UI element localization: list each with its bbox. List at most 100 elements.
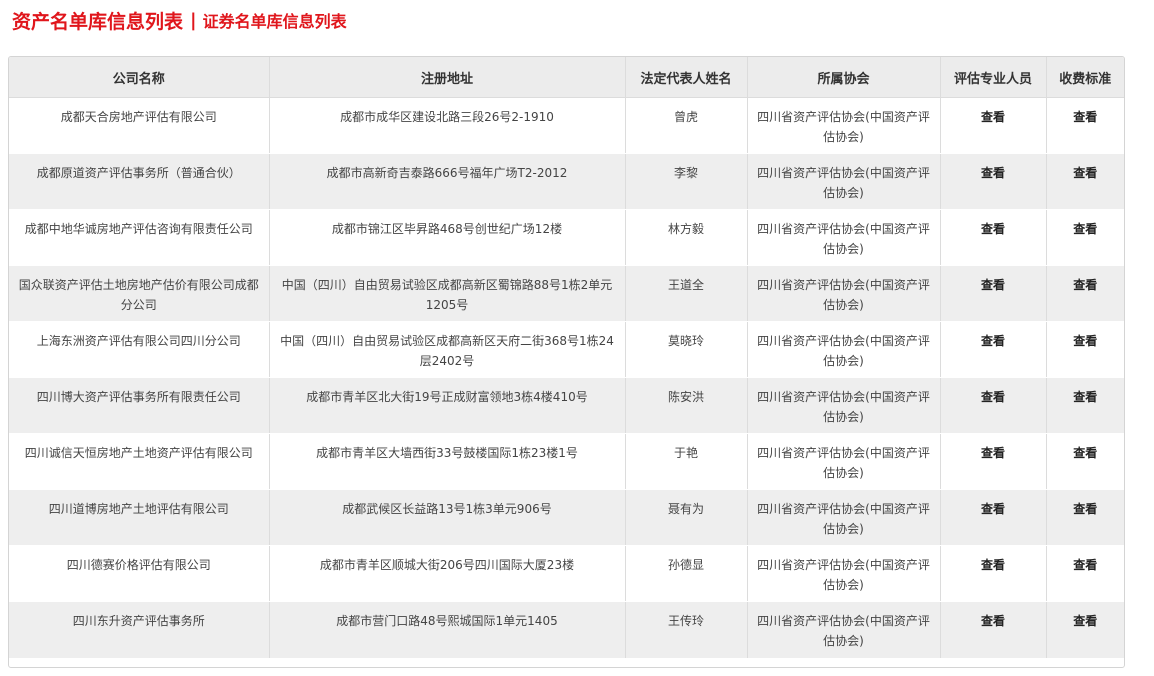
table-row: 成都原道资产评估事务所（普通合伙） 成都市高新奇吉泰路666号福年广场T2-201… <box>9 153 1124 210</box>
column-header-fee: 收费标准 <box>1046 57 1124 98</box>
table-header-row: 公司名称 注册地址 法定代表人姓名 所属协会 评估专业人员 收费标准 <box>9 57 1124 98</box>
view-staff-cell: 查看 <box>940 97 1047 154</box>
table-row: 国众联资产评估土地房地产估价有限公司成都分公司 中国（四川）自由贸易试验区成都高新… <box>9 265 1124 322</box>
view-staff-cell: 查看 <box>940 153 1047 210</box>
page-header: 资产名单库信息列表 | 证券名单库信息列表 <box>12 5 347 35</box>
column-header-staff: 评估专业人员 <box>940 57 1047 98</box>
cell-company: 成都中地华诚房地产评估咨询有限责任公司 <box>9 209 270 266</box>
cell-association: 四川省资产评估协会(中国资产评估协会) <box>747 433 941 490</box>
view-staff-link[interactable]: 查看 <box>981 502 1005 516</box>
view-fee-cell: 查看 <box>1046 601 1124 658</box>
cell-company: 成都原道资产评估事务所（普通合伙） <box>9 153 270 210</box>
cell-legal-rep: 曾虎 <box>625 97 748 154</box>
view-fee-link[interactable]: 查看 <box>1073 502 1097 516</box>
table-row: 成都天合房地产评估有限公司 成都市成华区建设北路三段26号2-1910 曾虎 四川省资… <box>9 97 1124 154</box>
cell-address: 中国（四川）自由贸易试验区成都高新区蜀锦路88号1栋2单元1205号 <box>269 265 626 322</box>
cell-company: 四川德赛价格评估有限公司 <box>9 545 270 602</box>
cell-legal-rep: 于艳 <box>625 433 748 490</box>
cell-company: 四川道博房地产土地评估有限公司 <box>9 489 270 546</box>
table-row: 四川德赛价格评估有限公司 成都市青羊区顺城大街206号四川国际大厦23楼 孙德显 四川… <box>9 545 1124 602</box>
cell-association: 四川省资产评估协会(中国资产评估协会) <box>747 265 941 322</box>
cell-address: 成都市锦江区毕昇路468号创世纪广场12楼 <box>269 209 626 266</box>
view-staff-link[interactable]: 查看 <box>981 278 1005 292</box>
tab-securities-list[interactable]: 证券名单库信息列表 <box>203 8 347 32</box>
view-staff-cell: 查看 <box>940 601 1047 658</box>
cell-address: 成都市成华区建设北路三段26号2-1910 <box>269 97 626 154</box>
cell-association: 四川省资产评估协会(中国资产评估协会) <box>747 321 941 378</box>
column-header-association: 所属协会 <box>747 57 941 98</box>
cell-legal-rep: 孙德显 <box>625 545 748 602</box>
view-staff-cell: 查看 <box>940 209 1047 266</box>
view-fee-cell: 查看 <box>1046 545 1124 602</box>
table-row: 四川诚信天恒房地产土地资产评估有限公司 成都市青羊区大墙西街33号鼓楼国际1栋23… <box>9 433 1124 490</box>
view-staff-link[interactable]: 查看 <box>981 222 1005 236</box>
column-header-legal-rep: 法定代表人姓名 <box>625 57 748 98</box>
cell-association: 四川省资产评估协会(中国资产评估协会) <box>747 209 941 266</box>
view-fee-link[interactable]: 查看 <box>1073 390 1097 404</box>
table-row: 成都中地华诚房地产评估咨询有限责任公司 成都市锦江区毕昇路468号创世纪广场12楼… <box>9 209 1124 266</box>
cell-legal-rep: 王道全 <box>625 265 748 322</box>
cell-address: 成都市高新奇吉泰路666号福年广场T2-2012 <box>269 153 626 210</box>
view-fee-link[interactable]: 查看 <box>1073 278 1097 292</box>
view-staff-cell: 查看 <box>940 265 1047 322</box>
cell-association: 四川省资产评估协会(中国资产评估协会) <box>747 377 941 434</box>
cell-association: 四川省资产评估协会(中国资产评估协会) <box>747 153 941 210</box>
table-row: 四川道博房地产土地评估有限公司 成都武候区长益路13号1栋3单元906号 聂有为 四川… <box>9 489 1124 546</box>
column-header-address: 注册地址 <box>269 57 626 98</box>
table-row: 四川博大资产评估事务所有限责任公司 成都市青羊区北大街19号正成财富领地3栋4楼4… <box>9 377 1124 434</box>
cell-company: 四川博大资产评估事务所有限责任公司 <box>9 377 270 434</box>
view-staff-link[interactable]: 查看 <box>981 614 1005 628</box>
view-staff-link[interactable]: 查看 <box>981 166 1005 180</box>
cell-association: 四川省资产评估协会(中国资产评估协会) <box>747 601 941 658</box>
cell-legal-rep: 李黎 <box>625 153 748 210</box>
cell-company: 上海东洲资产评估有限公司四川分公司 <box>9 321 270 378</box>
cell-address: 成都市营门口路48号熙城国际1单元1405 <box>269 601 626 658</box>
view-fee-link[interactable]: 查看 <box>1073 334 1097 348</box>
cell-address: 中国（四川）自由贸易试验区成都高新区天府二街368号1栋24层2402号 <box>269 321 626 378</box>
view-staff-cell: 查看 <box>940 489 1047 546</box>
view-fee-link[interactable]: 查看 <box>1073 110 1097 124</box>
cell-company: 四川诚信天恒房地产土地资产评估有限公司 <box>9 433 270 490</box>
view-fee-cell: 查看 <box>1046 209 1124 266</box>
view-staff-link[interactable]: 查看 <box>981 558 1005 572</box>
view-staff-link[interactable]: 查看 <box>981 390 1005 404</box>
view-staff-link[interactable]: 查看 <box>981 334 1005 348</box>
cell-legal-rep: 陈安洪 <box>625 377 748 434</box>
view-fee-cell: 查看 <box>1046 321 1124 378</box>
cell-company: 国众联资产评估土地房地产估价有限公司成都分公司 <box>9 265 270 322</box>
view-fee-cell: 查看 <box>1046 489 1124 546</box>
cell-address: 成都市青羊区大墙西街33号鼓楼国际1栋23楼1号 <box>269 433 626 490</box>
view-fee-cell: 查看 <box>1046 377 1124 434</box>
view-fee-cell: 查看 <box>1046 97 1124 154</box>
view-fee-cell: 查看 <box>1046 153 1124 210</box>
cell-association: 四川省资产评估协会(中国资产评估协会) <box>747 489 941 546</box>
view-fee-link[interactable]: 查看 <box>1073 446 1097 460</box>
tab-asset-list[interactable]: 资产名单库信息列表 <box>12 7 183 34</box>
table-row: 四川东升资产评估事务所 成都市营门口路48号熙城国际1单元1405 王传玲 四川省资产… <box>9 601 1124 658</box>
cell-address: 成都武候区长益路13号1栋3单元906号 <box>269 489 626 546</box>
view-fee-link[interactable]: 查看 <box>1073 222 1097 236</box>
view-fee-link[interactable]: 查看 <box>1073 166 1097 180</box>
cell-legal-rep: 聂有为 <box>625 489 748 546</box>
table-row: 上海东洲资产评估有限公司四川分公司 中国（四川）自由贸易试验区成都高新区天府二街3… <box>9 321 1124 378</box>
cell-company: 四川东升资产评估事务所 <box>9 601 270 658</box>
view-staff-cell: 查看 <box>940 377 1047 434</box>
view-staff-cell: 查看 <box>940 433 1047 490</box>
view-staff-link[interactable]: 查看 <box>981 110 1005 124</box>
view-staff-cell: 查看 <box>940 321 1047 378</box>
view-fee-link[interactable]: 查看 <box>1073 558 1097 572</box>
cell-legal-rep: 林方毅 <box>625 209 748 266</box>
view-fee-link[interactable]: 查看 <box>1073 614 1097 628</box>
cell-legal-rep: 莫晓玲 <box>625 321 748 378</box>
cell-company: 成都天合房地产评估有限公司 <box>9 97 270 154</box>
view-fee-cell: 查看 <box>1046 433 1124 490</box>
tab-separator: | <box>190 9 197 31</box>
view-staff-link[interactable]: 查看 <box>981 446 1005 460</box>
view-staff-cell: 查看 <box>940 545 1047 602</box>
cell-address: 成都市青羊区顺城大街206号四川国际大厦23楼 <box>269 545 626 602</box>
cell-legal-rep: 王传玲 <box>625 601 748 658</box>
column-header-company: 公司名称 <box>9 57 270 98</box>
cell-association: 四川省资产评估协会(中国资产评估协会) <box>747 545 941 602</box>
info-table-container: 公司名称 注册地址 法定代表人姓名 所属协会 评估专业人员 收费标准 成都天合房… <box>8 56 1125 668</box>
cell-association: 四川省资产评估协会(中国资产评估协会) <box>747 97 941 154</box>
